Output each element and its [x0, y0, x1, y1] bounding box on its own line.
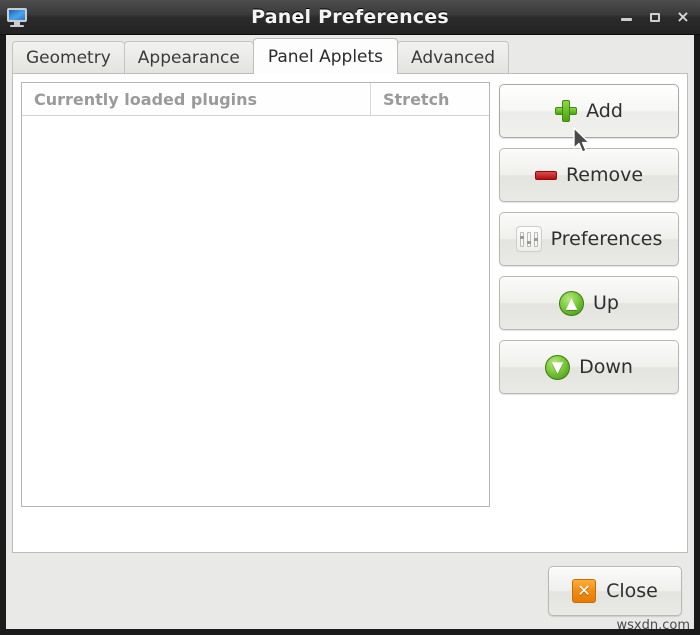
plugin-list[interactable]: Currently loaded plugins Stretch [21, 82, 490, 507]
tab-page-panel-applets: Currently loaded plugins Stretch Add Rem… [12, 73, 688, 553]
add-button-label: Add [586, 100, 623, 122]
add-button[interactable]: Add [499, 84, 679, 138]
arrow-up-circle-icon: ▲ [559, 290, 585, 316]
preferences-button[interactable]: Preferences [499, 212, 679, 266]
plus-icon [555, 100, 578, 122]
arrow-down-circle-icon: ▼ [545, 354, 571, 380]
applet-action-buttons: Add Remove Preferences ▲ Up ▼ Down [499, 82, 679, 544]
tab-geometry[interactable]: Geometry [12, 41, 125, 73]
close-dialog-button[interactable]: ✕ Close [548, 566, 682, 616]
column-header-stretch[interactable]: Stretch [371, 83, 489, 115]
move-down-button-label: Down [579, 356, 633, 378]
title-bar[interactable]: Panel Preferences × [0, 0, 700, 35]
tab-panel-applets[interactable]: Panel Applets [252, 38, 399, 74]
move-up-button[interactable]: ▲ Up [499, 276, 679, 330]
plugin-list-body[interactable] [22, 116, 489, 506]
client-area: Geometry Appearance Panel Applets Advanc… [6, 35, 694, 629]
tab-appearance[interactable]: Appearance [123, 41, 254, 73]
close-x-icon: ✕ [572, 579, 597, 603]
tab-advanced[interactable]: Advanced [397, 41, 510, 73]
close-dialog-button-label: Close [606, 580, 658, 602]
tab-strip: Geometry Appearance Panel Applets Advanc… [6, 35, 694, 74]
remove-button-label: Remove [565, 164, 644, 186]
panel-preferences-window: Panel Preferences × Geometry Appearance … [0, 0, 700, 635]
preferences-button-label: Preferences [550, 228, 663, 250]
move-down-button[interactable]: ▼ Down [499, 340, 679, 394]
column-header-plugins[interactable]: Currently loaded plugins [22, 83, 371, 115]
window-title: Panel Preferences [251, 6, 449, 28]
close-icon[interactable]: × [676, 9, 690, 25]
minimize-icon[interactable] [620, 9, 634, 25]
window-controls: × [620, 9, 690, 25]
maximize-icon[interactable] [648, 9, 662, 25]
sliders-icon [515, 226, 542, 252]
monitor-icon [6, 6, 28, 28]
move-up-button-label: Up [593, 292, 619, 314]
minus-icon [534, 170, 557, 180]
remove-button[interactable]: Remove [499, 148, 679, 202]
plugin-list-header: Currently loaded plugins Stretch [22, 83, 489, 116]
dialog-action-bar: ✕ Close [6, 553, 694, 629]
